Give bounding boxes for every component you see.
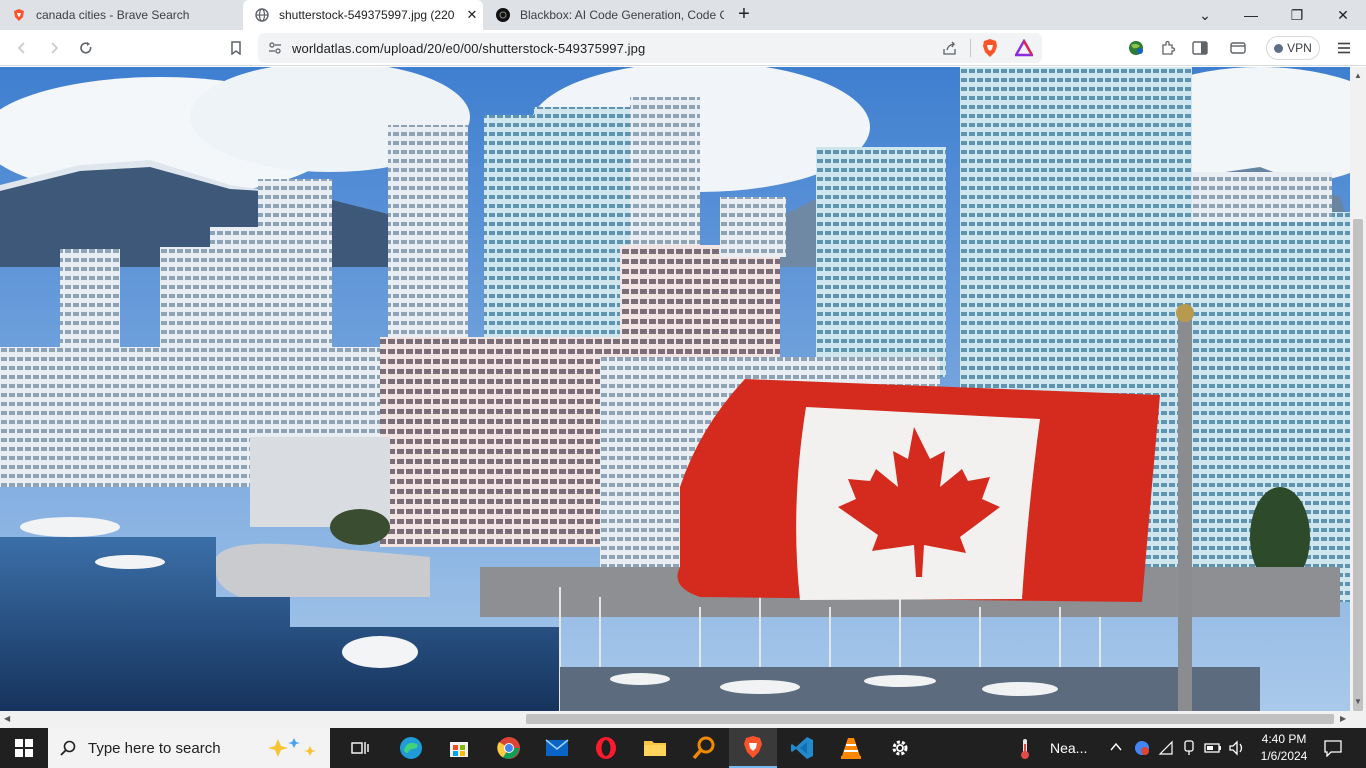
mail-icon[interactable] <box>533 728 581 768</box>
browser-toolbar: worldatlas.com/upload/20/e0/00/shutterst… <box>0 30 1366 66</box>
weather-text[interactable]: Nea... <box>1050 740 1087 756</box>
vlc-icon[interactable] <box>827 728 875 768</box>
scroll-up-icon[interactable]: ▲ <box>1354 71 1362 80</box>
search-icon <box>60 740 76 756</box>
canada-flag <box>677 379 1160 602</box>
tab-shutterstock-image[interactable]: shutterstock-549375997.jpg (220 ✕ <box>243 0 483 30</box>
vpn-label: VPN <box>1287 41 1312 55</box>
edge-icon[interactable] <box>387 728 435 768</box>
brave-rewards-icon[interactable] <box>1013 38 1035 62</box>
globe-icon <box>255 8 269 22</box>
notifications-icon[interactable] <box>1324 739 1342 762</box>
vscode-icon[interactable] <box>778 728 826 768</box>
scroll-right-icon[interactable]: ▶ <box>1340 714 1346 723</box>
site-info-icon[interactable] <box>268 41 282 60</box>
tab-search-dropdown-icon[interactable]: ⌄ <box>1182 0 1228 30</box>
vertical-scrollbar[interactable]: ▲ ▼ <box>1350 67 1366 711</box>
volume-icon[interactable] <box>1228 740 1246 761</box>
vpn-button[interactable]: VPN <box>1266 36 1320 60</box>
weather-thermometer-icon[interactable] <box>1018 738 1032 765</box>
search-app-icon[interactable] <box>680 728 728 768</box>
divider <box>970 39 971 57</box>
microsoft-store-icon[interactable] <box>435 728 483 768</box>
search-highlights-icon[interactable] <box>264 736 320 765</box>
chrome-icon[interactable] <box>485 728 533 768</box>
opera-icon[interactable] <box>582 728 630 768</box>
windows-taskbar: Type here to search Nea... 4:40 PM 1/6/2… <box>0 728 1366 768</box>
brave-browser-icon[interactable] <box>729 728 777 768</box>
chrome-tray-icon[interactable] <box>1134 740 1150 761</box>
window-close-button[interactable]: ✕ <box>1320 0 1366 30</box>
blackbox-icon <box>496 8 510 22</box>
search-placeholder: Type here to search <box>88 739 221 757</box>
tab-title: shutterstock-549375997.jpg (220 <box>279 8 455 22</box>
tab-brave-search[interactable]: canada cities - Brave Search <box>0 0 242 30</box>
vertical-scroll-thumb[interactable] <box>1353 219 1363 711</box>
close-icon[interactable]: ✕ <box>461 7 483 23</box>
tab-blackbox[interactable]: Blackbox: AI Code Generation, Code C <box>484 0 724 30</box>
file-explorer-icon[interactable] <box>631 728 679 768</box>
vpn-status-icon <box>1274 43 1284 53</box>
extension-globe-icon[interactable] <box>1124 36 1148 60</box>
meet-now-icon[interactable] <box>1182 740 1196 761</box>
new-tab-button[interactable]: + <box>732 3 756 27</box>
tab-title: Blackbox: AI Code Generation, Code C <box>520 8 724 22</box>
clock-time: 4:40 PM <box>1261 732 1307 746</box>
forward-button[interactable] <box>42 36 66 60</box>
brave-search-icon <box>12 8 26 22</box>
sidebar-icon[interactable] <box>1188 36 1212 60</box>
menu-icon[interactable] <box>1332 36 1356 60</box>
back-button[interactable] <box>10 36 34 60</box>
reload-button[interactable] <box>74 36 98 60</box>
horizontal-scroll-thumb[interactable] <box>526 714 1334 724</box>
share-icon[interactable] <box>942 40 958 61</box>
taskbar-search-box[interactable]: Type here to search <box>48 728 330 768</box>
scroll-down-icon[interactable]: ▼ <box>1354 697 1362 706</box>
brave-shields-icon[interactable] <box>981 38 999 63</box>
start-button[interactable] <box>0 728 48 768</box>
task-view-icon[interactable] <box>336 728 384 768</box>
tab-strip: canada cities - Brave Search shutterstoc… <box>0 0 1366 30</box>
network-icon[interactable] <box>1158 740 1174 761</box>
extensions-puzzle-icon[interactable] <box>1156 36 1180 60</box>
tab-title: canada cities - Brave Search <box>36 8 190 22</box>
settings-gear-icon[interactable] <box>876 728 924 768</box>
system-clock[interactable]: 4:40 PM 1/6/2024 <box>1252 731 1316 765</box>
minimize-button[interactable]: — <box>1228 0 1274 30</box>
wallet-icon[interactable] <box>1226 36 1250 60</box>
horizontal-scrollbar[interactable]: ◀ ▶ <box>0 711 1366 728</box>
windows-logo-icon <box>15 739 33 757</box>
image-viewer[interactable] <box>0 67 1350 711</box>
address-bar[interactable]: worldatlas.com/upload/20/e0/00/shutterst… <box>258 33 1042 63</box>
restore-button[interactable]: ❐ <box>1274 0 1320 30</box>
vancouver-canada-flag-image <box>0 67 1350 711</box>
scroll-left-icon[interactable]: ◀ <box>4 714 10 723</box>
clock-date: 1/6/2024 <box>1260 749 1308 763</box>
battery-icon[interactable] <box>1204 741 1222 759</box>
bookmark-icon[interactable] <box>224 36 248 60</box>
url-text: worldatlas.com/upload/20/e0/00/shutterst… <box>292 41 646 56</box>
show-hidden-icons-chevron-icon[interactable] <box>1110 740 1122 758</box>
